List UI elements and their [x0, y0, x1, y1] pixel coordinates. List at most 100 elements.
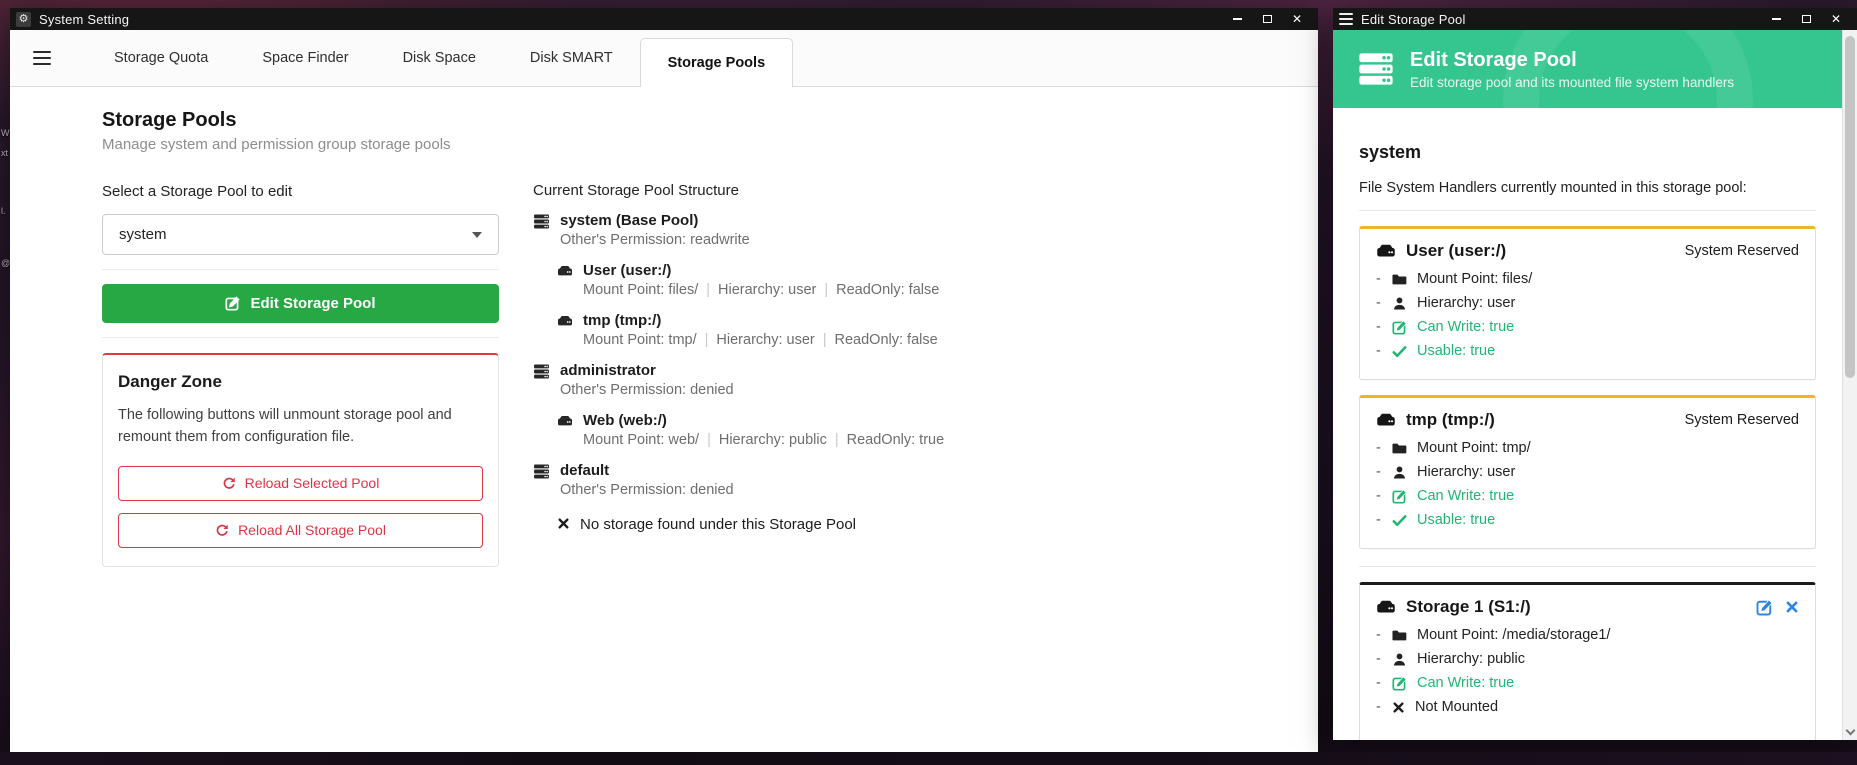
tree-pool-title: administrator — [560, 362, 734, 380]
hdd-icon — [1376, 410, 1396, 430]
handler-can-write: Can Write: true — [1376, 319, 1799, 335]
window-titlebar[interactable]: Edit Storage Pool — [1333, 8, 1857, 30]
tab-bar: Storage Quota Space Finder Disk Space Di… — [10, 30, 1318, 87]
tree-handler-user: User (user:/) Mount Point: files/Hierarc… — [557, 262, 1253, 299]
page-subtitle: Manage system and permission group stora… — [102, 135, 499, 154]
banner-subtitle: Edit storage pool and its mounted file s… — [1410, 75, 1734, 90]
storage-pools-page: Storage Pools Manage system and permissi… — [10, 87, 1318, 752]
handler-readonly: ReadOnly: true — [847, 432, 945, 448]
tree-handler-web: Web (web:/) Mount Point: web/Hierarchy: … — [557, 412, 1253, 449]
window-titlebar[interactable]: System Setting — [10, 8, 1318, 30]
storage-pool-select[interactable]: system — [102, 214, 499, 255]
banner-title: Edit Storage Pool — [1410, 48, 1734, 72]
handler-readonly: ReadOnly: false — [836, 282, 939, 298]
pool-name: system — [1359, 142, 1816, 163]
divider — [102, 337, 499, 338]
tree-pool-default: default Other's Permission: denied — [533, 462, 1253, 499]
danger-zone-card: Danger Zone The following buttons will u… — [102, 353, 499, 567]
scrollbar-thumb[interactable] — [1845, 36, 1855, 378]
edit-icon — [225, 296, 240, 311]
edit-storage-pool-button[interactable]: Edit Storage Pool — [102, 284, 499, 323]
chevron-down-icon — [472, 232, 482, 238]
system-reserved-badge: System Reserved — [1685, 243, 1799, 259]
maximize-icon — [1263, 15, 1272, 23]
close-button[interactable] — [1282, 8, 1312, 30]
hdd-icon — [557, 413, 573, 429]
minimize-button[interactable] — [1761, 8, 1791, 30]
handler-hierarchy: Hierarchy: user — [1376, 295, 1799, 311]
taskbar — [0, 752, 1857, 765]
handler-card-title: User (user:/) — [1406, 241, 1506, 261]
select-pool-label: Select a Storage Pool to edit — [102, 182, 499, 201]
folder-icon — [1392, 441, 1407, 456]
desktop-icon-label-fragment: W — [1, 128, 10, 138]
desktop-icon-label-fragment: l. — [1, 206, 6, 216]
server-icon — [533, 363, 550, 380]
desktop: W xt l. @ System Setting Storage Quota S… — [0, 0, 1857, 765]
tree-handler-tmp: tmp (tmp:/) Mount Point: tmp/Hierarchy: … — [557, 312, 1253, 349]
tab-disk-space[interactable]: Disk Space — [376, 30, 503, 86]
danger-zone-title: Danger Zone — [118, 372, 483, 392]
page-banner: Edit Storage Pool Edit storage pool and … — [1333, 30, 1857, 108]
tab-storage-quota[interactable]: Storage Quota — [87, 30, 235, 86]
gear-icon — [16, 12, 31, 27]
handler-mount-point: Mount Point: web/ — [583, 432, 719, 448]
divider — [1359, 210, 1816, 211]
handler-not-mounted: Not Mounted — [1376, 699, 1799, 715]
edit-icon — [1392, 489, 1407, 504]
maximize-button[interactable] — [1252, 8, 1282, 30]
scroll-down-icon[interactable] — [1846, 726, 1856, 736]
edit-handler-icon[interactable] — [1756, 599, 1773, 616]
handler-hierarchy: Hierarchy: public — [1376, 651, 1799, 667]
desktop-icon-label-fragment: xt — [1, 148, 8, 158]
remove-handler-icon[interactable] — [1785, 600, 1799, 614]
tree-pool-system: system (Base Pool) Other's Permission: r… — [533, 212, 1253, 249]
handler-mount-point: Mount Point: files/ — [583, 282, 718, 298]
window-title: System Setting — [39, 12, 129, 27]
reload-all-pool-button[interactable]: Reload All Storage Pool — [118, 513, 483, 548]
hdd-icon — [1376, 241, 1396, 261]
structure-label: Current Storage Pool Structure — [533, 182, 1253, 200]
divider — [1359, 566, 1816, 567]
refresh-icon — [222, 476, 236, 490]
check-icon — [1392, 513, 1407, 528]
tab-space-finder[interactable]: Space Finder — [235, 30, 375, 86]
minimize-icon — [1772, 18, 1781, 20]
handler-hierarchy: Hierarchy: user — [1376, 464, 1799, 480]
minimize-button[interactable] — [1222, 8, 1252, 30]
tree-pool-meta: Other's Permission: denied — [560, 382, 734, 399]
tree-empty-message: No storage found under this Storage Pool — [557, 516, 1253, 533]
tab-storage-pools[interactable]: Storage Pools — [640, 38, 794, 87]
tree-handler-title: Web (web:/) — [583, 412, 944, 430]
reload-selected-pool-button[interactable]: Reload Selected Pool — [118, 466, 483, 501]
handler-hierarchy: Hierarchy: user — [718, 282, 836, 298]
tab-disk-smart[interactable]: Disk SMART — [503, 30, 640, 86]
empty-pool-text: No storage found under this Storage Pool — [580, 516, 856, 533]
close-button[interactable] — [1821, 8, 1851, 30]
desktop-icon-label-fragment: @ — [1, 258, 10, 268]
tree-handler-title: User (user:/) — [583, 262, 939, 280]
refresh-icon — [215, 523, 229, 537]
handler-usable: Usable: true — [1376, 343, 1799, 359]
handlers-label: File System Handlers currently mounted i… — [1359, 180, 1816, 196]
handler-card-tmp: tmp (tmp:/) System Reserved Mount Point:… — [1359, 395, 1816, 549]
hdd-icon — [557, 263, 573, 279]
window-title: Edit Storage Pool — [1361, 12, 1466, 27]
divider — [102, 269, 499, 270]
tree-pool-meta: Other's Permission: readwrite — [560, 232, 750, 249]
danger-zone-description: The following buttons will unmount stora… — [118, 405, 483, 449]
maximize-icon — [1802, 15, 1811, 23]
handler-can-write: Can Write: true — [1376, 488, 1799, 504]
handler-mount-point: Mount Point: files/ — [1376, 271, 1799, 287]
maximize-button[interactable] — [1791, 8, 1821, 30]
menu-icon[interactable] — [33, 51, 51, 66]
system-setting-window: System Setting Storage Quota Space Finde… — [10, 8, 1318, 753]
edit-storage-pool-window: Edit Storage Pool Edit Storage Pool Edit… — [1333, 8, 1857, 740]
server-icon — [533, 213, 550, 230]
scrollbar[interactable] — [1842, 30, 1857, 740]
tree-pool-title: default — [560, 462, 734, 480]
list-icon — [1339, 13, 1353, 25]
handler-can-write: Can Write: true — [1376, 675, 1799, 691]
user-icon — [1392, 465, 1407, 480]
server-icon — [1357, 50, 1395, 88]
